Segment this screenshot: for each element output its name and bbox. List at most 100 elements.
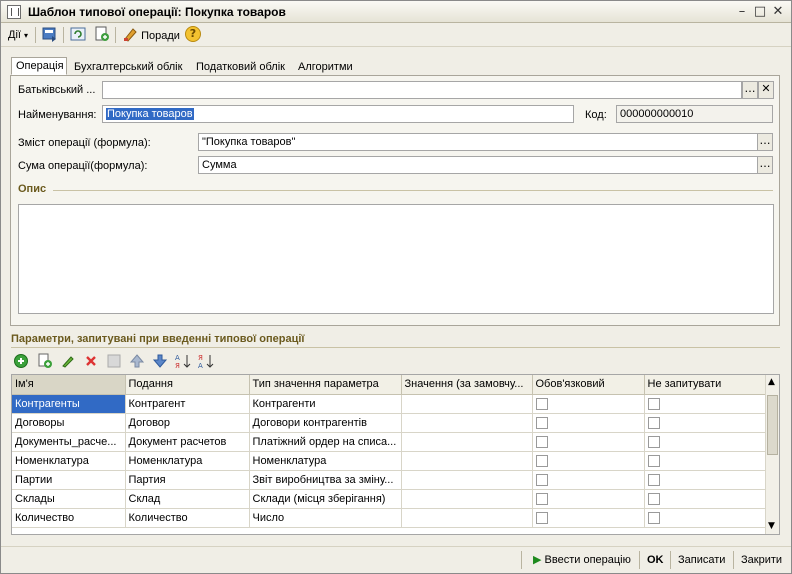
scroll-down-icon[interactable]: ▼ <box>768 521 775 531</box>
table-row[interactable]: Номенклатура Номенклатура Номенклатура <box>12 451 768 471</box>
edit-row-icon[interactable] <box>60 353 76 369</box>
no-ask-checkbox[interactable] <box>647 416 660 429</box>
copy-row-icon[interactable] <box>37 353 53 369</box>
no-ask-checkbox[interactable] <box>647 435 660 448</box>
column-header-required[interactable]: Обов'язковий <box>532 375 645 395</box>
cell-view[interactable]: Контрагент <box>125 394 250 414</box>
column-header-type[interactable]: Тип значення параметра <box>249 375 402 395</box>
scroll-thumb[interactable] <box>767 395 778 455</box>
cell-name[interactable]: Договоры <box>12 413 126 433</box>
table-row[interactable]: Количество Количество Число <box>12 508 768 528</box>
column-header-default-value[interactable]: Значення (за замовчу... <box>401 375 533 395</box>
sum-formula-field[interactable]: Сумма <box>198 156 758 174</box>
cell-name[interactable]: Номенклатура <box>12 451 126 471</box>
table-row[interactable]: Партии Партия Звіт виробництва за зміну... <box>12 470 768 490</box>
tab-algorithms[interactable]: Алгоритми <box>293 58 357 75</box>
params-scrollbar[interactable]: ▲ ▼ <box>765 375 779 534</box>
cell-default-value[interactable] <box>401 432 533 452</box>
required-checkbox[interactable] <box>535 416 548 429</box>
copy-document-icon[interactable] <box>94 26 110 42</box>
required-checkbox[interactable] <box>535 492 548 505</box>
cell-name[interactable]: Документы_расче... <box>12 432 126 452</box>
move-up-icon[interactable] <box>129 353 145 369</box>
table-row[interactable]: Договоры Договор Договори контрагентів <box>12 413 768 433</box>
cell-type[interactable]: Договори контрагентів <box>249 413 402 433</box>
cell-view[interactable]: Номенклатура <box>125 451 250 471</box>
cell-default-value[interactable] <box>401 508 533 528</box>
toolbar-divider <box>35 27 36 43</box>
sort-ascending-icon[interactable]: AЯ <box>175 353 191 370</box>
content-formula-button[interactable]: … <box>757 133 773 151</box>
required-checkbox[interactable] <box>535 435 548 448</box>
close-button[interactable]: Закрити <box>741 551 782 569</box>
parent-select-button[interactable]: … <box>742 81 758 99</box>
required-checkbox[interactable] <box>535 511 548 524</box>
save-button[interactable]: Записати <box>678 551 725 569</box>
no-ask-checkbox[interactable] <box>647 492 660 505</box>
delete-row-icon[interactable] <box>83 353 99 369</box>
no-ask-checkbox[interactable] <box>647 473 660 486</box>
footer-divider <box>733 551 734 569</box>
cell-name[interactable]: Контрагенты <box>12 394 126 414</box>
maximize-icon[interactable]: □ <box>752 4 768 20</box>
add-row-icon[interactable] <box>13 353 29 369</box>
minimize-icon[interactable]: – <box>734 4 750 20</box>
table-row[interactable]: Документы_расче... Документ расчетов Платі… <box>12 432 768 452</box>
cell-view[interactable]: Количество <box>125 508 250 528</box>
cell-name[interactable]: Партии <box>12 470 126 490</box>
parent-field[interactable] <box>102 81 742 99</box>
close-icon[interactable]: ✕ <box>770 4 786 20</box>
actions-menu-button[interactable]: Дії ▾ <box>8 26 28 44</box>
tab-accounting[interactable]: Бухгалтерський облік <box>69 58 193 75</box>
cell-view[interactable]: Договор <box>125 413 250 433</box>
hints-button[interactable]: Поради <box>122 26 180 44</box>
sum-formula-button[interactable]: … <box>757 156 773 174</box>
cell-default-value[interactable] <box>401 489 533 509</box>
cell-type[interactable]: Число <box>249 508 402 528</box>
table-row[interactable]: Контрагенты Контрагент Контрагенти <box>12 394 768 414</box>
content-formula-field[interactable]: "Покупка товаров" <box>198 133 758 151</box>
tab-tax-accounting[interactable]: Податковий облік <box>191 58 291 75</box>
sort-descending-icon[interactable]: ЯA <box>198 353 214 370</box>
cell-type[interactable]: Звіт виробництва за зміну... <box>249 470 402 490</box>
hints-label: Поради <box>141 30 180 42</box>
required-checkbox[interactable] <box>535 473 548 486</box>
cell-type[interactable]: Платіжний ордер на списа... <box>249 432 402 452</box>
cell-default-value[interactable] <box>401 470 533 490</box>
ok-button[interactable]: OK <box>647 551 664 569</box>
cell-type[interactable]: Склади (місця зберігання) <box>249 489 402 509</box>
cell-view[interactable]: Документ расчетов <box>125 432 250 452</box>
table-row[interactable]: Склады Склад Склади (місця зберігання) <box>12 489 768 509</box>
description-field[interactable] <box>18 204 774 314</box>
cell-required <box>532 451 645 471</box>
cell-view[interactable]: Склад <box>125 489 250 509</box>
no-ask-checkbox[interactable] <box>647 397 660 410</box>
column-header-name[interactable]: Ім'я <box>12 375 126 395</box>
cell-name[interactable]: Количество <box>12 508 126 528</box>
scroll-up-icon[interactable]: ▲ <box>768 377 775 387</box>
save-record-icon[interactable] <box>42 26 58 42</box>
cell-default-value[interactable] <box>401 394 533 414</box>
move-down-icon[interactable] <box>152 353 168 369</box>
end-edit-icon[interactable] <box>106 353 122 369</box>
column-header-no-ask[interactable]: Не запитувати <box>644 375 768 395</box>
column-header-view[interactable]: Подання <box>125 375 250 395</box>
no-ask-checkbox[interactable] <box>647 511 660 524</box>
cell-type[interactable]: Контрагенти <box>249 394 402 414</box>
cell-type[interactable]: Номенклатура <box>249 451 402 471</box>
cell-default-value[interactable] <box>401 451 533 471</box>
required-checkbox[interactable] <box>535 397 548 410</box>
code-field[interactable]: 000000000010 <box>616 105 773 123</box>
required-checkbox[interactable] <box>535 454 548 467</box>
cell-name[interactable]: Склады <box>12 489 126 509</box>
params-table[interactable]: Ім'я Подання Тип значення параметра Знач… <box>11 374 780 535</box>
no-ask-checkbox[interactable] <box>647 454 660 467</box>
help-icon[interactable]: ? <box>185 26 201 42</box>
cell-view[interactable]: Партия <box>125 470 250 490</box>
name-field[interactable]: Покупка товаров <box>102 105 574 123</box>
cell-default-value[interactable] <box>401 413 533 433</box>
enter-operation-button[interactable]: ▶ Ввести операцію <box>533 551 631 569</box>
parent-clear-icon[interactable]: ✕ <box>758 81 774 99</box>
tab-operation[interactable]: Операція <box>11 57 67 75</box>
refresh-icon[interactable] <box>70 26 86 42</box>
